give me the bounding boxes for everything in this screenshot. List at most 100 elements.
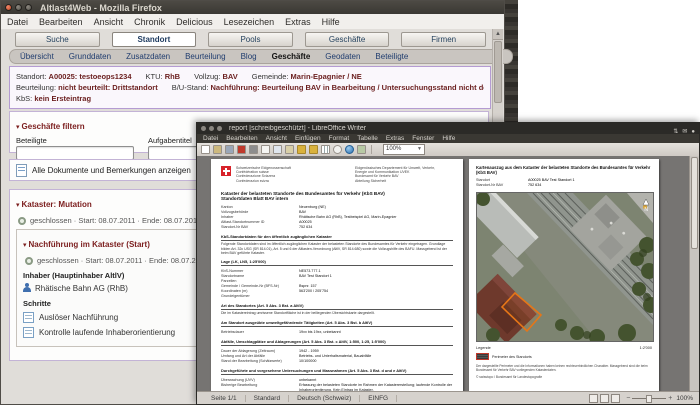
close-window-icon[interactable] bbox=[5, 4, 12, 11]
toolbar-icon[interactable] bbox=[273, 145, 282, 154]
toolbar-icon[interactable] bbox=[309, 145, 318, 154]
zoom-out-icon[interactable]: − bbox=[626, 395, 630, 402]
row-value: 10/100000 bbox=[299, 358, 317, 363]
toolbar-icon[interactable] bbox=[261, 145, 270, 154]
toolbar-icon[interactable] bbox=[345, 145, 354, 154]
toolbar-icon[interactable] bbox=[237, 145, 246, 154]
menu-item[interactable]: Datei bbox=[7, 17, 28, 27]
indicator-icon[interactable]: ● bbox=[691, 129, 695, 135]
main-tab[interactable]: Geschäfte bbox=[304, 32, 390, 47]
zoom-slider[interactable]: − + bbox=[626, 395, 672, 403]
toolbar-icon[interactable] bbox=[249, 145, 258, 154]
book-view-icon[interactable] bbox=[611, 393, 621, 403]
info-value: Marin-Epagnier / NE bbox=[290, 72, 362, 81]
menu-item[interactable]: Ansicht bbox=[94, 17, 124, 27]
statusbar-field[interactable]: Deutsch (Schweiz) bbox=[289, 394, 361, 402]
indicator-icon[interactable]: ⇅ bbox=[673, 129, 678, 135]
toolbar-icon[interactable] bbox=[213, 145, 222, 154]
toolbar-icon[interactable] bbox=[285, 145, 294, 154]
sub-tab[interactable]: Geodaten bbox=[325, 52, 360, 61]
report-section: Durchgeführte und vorgesehene Untersuchu… bbox=[221, 368, 453, 391]
sub-tab[interactable]: Beteiligte bbox=[375, 52, 408, 61]
menu-item[interactable]: Chronik bbox=[134, 17, 165, 27]
sub-tab[interactable]: Grunddaten bbox=[69, 52, 111, 61]
sub-tab[interactable]: Zusatzdaten bbox=[126, 52, 170, 61]
statusbar-field[interactable]: Standard bbox=[246, 394, 290, 402]
section-heading: Abfälle, Umschlagplätze und Ablagerungen… bbox=[221, 339, 453, 346]
row-value: 19xx bis 19xx, unbekannt bbox=[299, 329, 341, 334]
menu-item[interactable]: Fenster bbox=[412, 135, 434, 142]
multi-page-view-icon[interactable] bbox=[600, 393, 610, 403]
menu-item[interactable]: Extras bbox=[386, 135, 404, 142]
main-tab[interactable]: Pools bbox=[208, 32, 293, 47]
section-heading: Lage (LK, LN5, 1:25'000) bbox=[221, 260, 453, 267]
sub-tab[interactable]: Geschäfte bbox=[272, 52, 311, 61]
sub-tab[interactable]: Blog bbox=[241, 52, 257, 61]
section-paragraph: Die im Katastereintrag umrissene Standor… bbox=[221, 311, 375, 316]
toolbar-icon[interactable] bbox=[357, 145, 366, 154]
all-documents-link[interactable]: Alle Dokumente und Bemerkungen anzeigen bbox=[32, 166, 191, 175]
collapse-icon[interactable]: ▾ bbox=[23, 242, 27, 249]
minimize-window-icon[interactable] bbox=[209, 126, 214, 131]
close-window-icon[interactable] bbox=[201, 126, 206, 131]
toolbar-icon[interactable] bbox=[297, 145, 306, 154]
maximize-window-icon[interactable] bbox=[25, 4, 32, 11]
firefox-titlebar[interactable]: Altlast4Web - Mozilla Firefox bbox=[1, 1, 504, 14]
collapse-icon[interactable]: ▾ bbox=[16, 202, 20, 209]
step-label[interactable]: Auslöser Nachführung bbox=[39, 313, 118, 322]
menu-item[interactable]: Einfügen bbox=[295, 135, 321, 142]
toolbar-icon[interactable] bbox=[225, 145, 234, 154]
libreoffice-menubar: Datei Bearbeiten Ansicht Einfügen Format Tabe… bbox=[197, 134, 699, 143]
filter-input[interactable] bbox=[16, 146, 134, 160]
zoom-combobox[interactable]: 100% ▼ bbox=[383, 144, 425, 155]
map-fine-print: Der dargestellte Perimeter und die Infor… bbox=[476, 364, 648, 372]
main-tab[interactable]: Suche bbox=[15, 32, 100, 47]
scrollbar-thumb[interactable] bbox=[494, 41, 502, 103]
statusbar-field[interactable]: Seite 1/1 bbox=[203, 394, 246, 402]
menu-item[interactable]: Datei bbox=[203, 135, 218, 142]
toolbar-icon[interactable] bbox=[333, 145, 342, 154]
minimize-window-icon[interactable] bbox=[15, 4, 22, 11]
info-value: RhB bbox=[164, 72, 181, 81]
toolbar-icon[interactable] bbox=[321, 145, 330, 154]
main-tab[interactable]: Firmen bbox=[401, 32, 486, 47]
row-value: 752 634 bbox=[528, 183, 542, 187]
inhaber-name[interactable]: Rhätische Bahn AG (RhB) bbox=[35, 284, 128, 293]
menu-item[interactable]: Hilfe bbox=[322, 17, 340, 27]
section-heading: KbS-Standortdaten für den öffentlich zug… bbox=[221, 234, 453, 241]
menu-item[interactable]: Ansicht bbox=[266, 135, 287, 142]
menu-item[interactable]: Delicious bbox=[176, 17, 213, 27]
sub-tab[interactable]: Übersicht bbox=[20, 52, 54, 61]
collapse-icon[interactable]: ▾ bbox=[16, 124, 20, 131]
menu-item[interactable]: Extras bbox=[285, 17, 311, 27]
scrollbar-up-icon[interactable]: ▲ bbox=[493, 29, 503, 40]
zoom-slider-track[interactable] bbox=[632, 395, 667, 403]
info-value: BAV bbox=[222, 72, 238, 81]
info-label: Beurteilung: bbox=[16, 83, 57, 92]
zoom-slider-knob[interactable] bbox=[646, 395, 653, 403]
aerial-photo: N bbox=[469, 189, 659, 345]
zoom-in-icon[interactable]: + bbox=[668, 395, 672, 402]
info-value: Nachführung: Beurteilung BAV in Bearbeit… bbox=[210, 83, 485, 92]
libreoffice-titlebar[interactable]: report [schreibgeschützt] - LibreOffice … bbox=[197, 123, 699, 135]
menu-item[interactable]: Hilfe bbox=[442, 135, 455, 142]
menu-item[interactable]: Format bbox=[329, 135, 350, 142]
maximize-window-icon[interactable] bbox=[217, 126, 222, 131]
chevron-down-icon: ▼ bbox=[417, 146, 422, 152]
menu-item[interactable]: Lesezeichen bbox=[224, 17, 275, 27]
scrollbar-thumb[interactable] bbox=[691, 157, 698, 249]
row-value: Erfassung der belasteten Standorte im Ra… bbox=[299, 382, 453, 391]
step-label[interactable]: Kontrolle laufende Inhaberorientierung bbox=[39, 328, 175, 337]
single-page-view-icon[interactable] bbox=[589, 393, 599, 403]
row-value bbox=[299, 294, 453, 299]
toolbar-icon[interactable] bbox=[201, 145, 210, 154]
indicator-icon[interactable]: ✉ bbox=[682, 129, 687, 135]
menu-item[interactable]: Bearbeiten bbox=[226, 135, 257, 142]
menu-item[interactable]: Tabelle bbox=[357, 135, 378, 142]
status-gear-icon bbox=[18, 216, 26, 225]
menu-item[interactable]: Bearbeiten bbox=[39, 17, 83, 27]
statusbar-field[interactable]: EINFG bbox=[360, 394, 398, 402]
main-tab[interactable]: Standort bbox=[111, 32, 197, 47]
sub-tab[interactable]: Beurteilung bbox=[185, 52, 225, 61]
writer-vertical-scrollbar[interactable] bbox=[689, 156, 699, 392]
